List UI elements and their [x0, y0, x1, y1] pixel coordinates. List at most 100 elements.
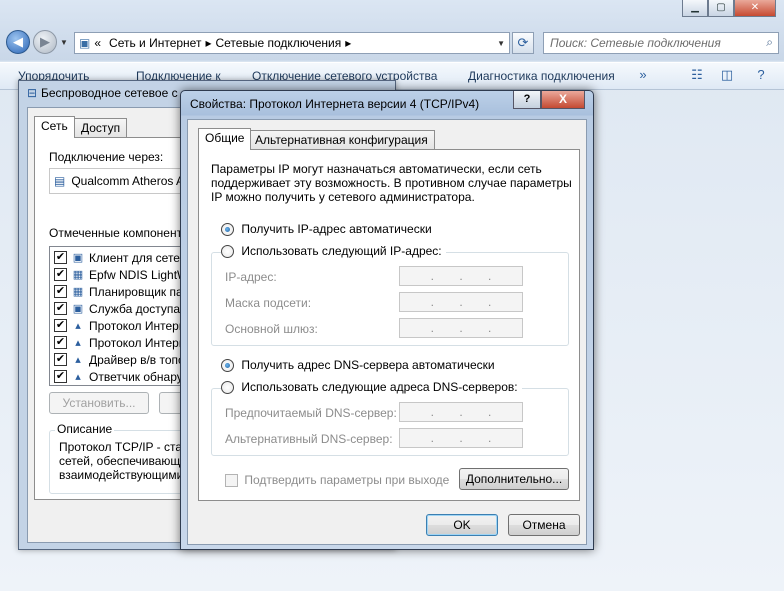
component-checkbox[interactable]: ✔: [54, 336, 67, 349]
network-client-icon: ▣: [72, 302, 84, 315]
tab-general[interactable]: Общие: [198, 128, 252, 150]
list-item[interactable]: ✔ ▴ Ответчик обнаруж: [54, 368, 191, 385]
dns-manual-option[interactable]: Использовать следующие адреса DNS-сервер…: [221, 380, 522, 395]
description-line: Протокол TCP/IP - станд: [59, 440, 196, 454]
network-adapter-icon: ⊟: [27, 86, 38, 100]
folder-icon: ▣: [79, 36, 91, 50]
list-item[interactable]: ✔ ▦ Планировщик пак: [54, 283, 188, 300]
address-dropdown-icon[interactable]: ▼: [497, 39, 505, 48]
validate-on-exit-checkbox[interactable]: [225, 474, 238, 488]
subnet-mask-field[interactable]: ...: [399, 292, 523, 312]
tab-sharing-label: Доступ: [81, 121, 121, 135]
ip-manual-option[interactable]: Использовать следующий IP-адрес:: [221, 244, 446, 259]
intro-line: поддерживает эту возможность. В противно…: [211, 176, 572, 190]
list-item[interactable]: ✔ ▣ Клиент для сетей: [54, 249, 187, 266]
preview-pane-icon[interactable]: ◫: [718, 67, 736, 83]
component-label: Служба доступа к: [89, 301, 189, 316]
ip-manual-radio[interactable]: [221, 245, 234, 259]
component-label: Планировщик пак: [89, 284, 188, 299]
ip-dot: .: [430, 269, 434, 283]
alternate-dns-label: Альтернативный DNS-сервер:: [225, 432, 393, 446]
description-label: Описание: [55, 422, 115, 436]
back-button[interactable]: ◀: [6, 30, 30, 54]
network-service-icon: ▦: [72, 268, 84, 281]
install-button[interactable]: Установить...: [49, 392, 149, 414]
validate-on-exit-option[interactable]: Подтвердить параметры при выходе: [225, 473, 449, 488]
ok-button[interactable]: OK: [426, 514, 498, 536]
chevron-right-icon[interactable]: ▸: [205, 36, 211, 50]
component-checkbox[interactable]: ✔: [54, 285, 67, 298]
search-icon[interactable]: ⌕: [766, 35, 773, 50]
tab-sharing[interactable]: Доступ: [74, 118, 128, 138]
overflow-chevron-icon[interactable]: »: [634, 67, 652, 83]
ip-dot: .: [487, 405, 492, 419]
cancel-button[interactable]: Отмена: [508, 514, 580, 536]
component-checkbox[interactable]: ✔: [54, 353, 67, 366]
alternate-dns-field[interactable]: ...: [399, 428, 523, 448]
chevron-right-icon[interactable]: ▸: [345, 36, 351, 50]
dns-manual-label: Использовать следующие адреса DNS-сервер…: [241, 380, 518, 394]
tab-general-label: Общие: [205, 131, 245, 145]
intro-line: Параметры IP могут назначаться автоматич…: [211, 162, 542, 176]
preferred-dns-label: Предпочитаемый DNS-сервер:: [225, 406, 397, 420]
search-placeholder: Поиск: Сетевые подключения: [550, 36, 721, 50]
ip-dot: .: [459, 295, 463, 309]
tab-alternate-config[interactable]: Альтернативная конфигурация: [248, 130, 435, 150]
tab-alternate-config-label: Альтернативная конфигурация: [255, 133, 428, 147]
window-controls: ▁ ▢ ✕: [682, 0, 776, 17]
adapter-name: Qualcomm Atheros AR: [71, 174, 193, 188]
component-checkbox[interactable]: ✔: [54, 319, 67, 332]
ip-auto-radio[interactable]: [221, 223, 234, 237]
list-item[interactable]: ✔ ▴ Протокол Интерне: [54, 317, 192, 334]
ip-address-field[interactable]: ...: [399, 266, 523, 286]
address-bar[interactable]: ▣ « Сеть и Интернет ▸ Сетевые подключени…: [74, 32, 510, 54]
dns-manual-radio[interactable]: [221, 381, 234, 395]
dns-auto-option[interactable]: Получить адрес DNS-сервера автоматически: [221, 358, 495, 373]
component-checkbox[interactable]: ✔: [54, 251, 67, 264]
help-button[interactable]: ?: [513, 91, 541, 109]
history-dropdown-icon[interactable]: ▼: [60, 38, 68, 47]
dialog-title: Свойства: Протокол Интернета версии 4 (T…: [190, 97, 480, 111]
subnet-mask-label: Маска подсети:: [225, 296, 312, 310]
dns-auto-radio[interactable]: [221, 359, 234, 373]
ip-manual-label: Использовать следующий IP-адрес:: [241, 244, 442, 258]
view-options-icon[interactable]: ☷: [688, 67, 706, 83]
dialog-body: Общие Альтернативная конфигурация Параме…: [187, 119, 587, 545]
protocol-icon: ▴: [75, 336, 81, 349]
component-checkbox[interactable]: ✔: [54, 370, 67, 383]
breadcrumb-prefix: «: [94, 36, 102, 50]
ip-dot: .: [459, 405, 463, 419]
protocol-icon: ▴: [75, 370, 81, 383]
intro-line: IP можно получить у сетевого администрат…: [211, 190, 475, 204]
list-item[interactable]: ✔ ▦ Epfw NDIS LightW: [54, 266, 188, 283]
list-item[interactable]: ✔ ▴ Протокол Интерне: [54, 334, 192, 351]
default-gateway-field[interactable]: ...: [399, 318, 523, 338]
ip-dot: .: [430, 405, 434, 419]
component-checkbox[interactable]: ✔: [54, 302, 67, 315]
component-label: Клиент для сетей: [89, 250, 187, 265]
maximize-button[interactable]: ▢: [708, 0, 734, 17]
navigation-bar: ◀ ▶ ▼ ▣ « Сеть и Интернет ▸ Сетевые подк…: [0, 28, 784, 58]
ip-dot: .: [430, 295, 434, 309]
advanced-button[interactable]: Дополнительно...: [459, 468, 569, 490]
list-item[interactable]: ✔ ▴ Драйвер в/в топо: [54, 351, 185, 368]
preferred-dns-field[interactable]: ...: [399, 402, 523, 422]
ip-auto-option[interactable]: Получить IP-адрес автоматически: [221, 222, 432, 237]
ip-dot: .: [487, 431, 492, 445]
close-button[interactable]: X: [541, 91, 585, 109]
help-icon[interactable]: ?: [752, 67, 770, 83]
ip-dot: .: [487, 295, 492, 309]
ipv4-properties-dialog: Свойства: Протокол Интернета версии 4 (T…: [180, 90, 594, 550]
breadcrumb-network-connections[interactable]: Сетевые подключения: [215, 36, 341, 50]
tab-network[interactable]: Сеть: [34, 116, 75, 138]
close-button[interactable]: ✕: [734, 0, 776, 17]
forward-button[interactable]: ▶: [33, 30, 57, 54]
component-checkbox[interactable]: ✔: [54, 268, 67, 281]
refresh-button[interactable]: ⟳: [512, 32, 534, 54]
network-client-icon: ▣: [72, 251, 84, 264]
search-input[interactable]: Поиск: Сетевые подключения ⌕: [543, 32, 779, 54]
breadcrumb-network-internet[interactable]: Сеть и Интернет: [109, 36, 201, 50]
list-item[interactable]: ✔ ▣ Служба доступа к: [54, 300, 189, 317]
minimize-button[interactable]: ▁: [682, 0, 708, 17]
diagnose-connection-button[interactable]: Диагностика подключения: [468, 69, 615, 83]
